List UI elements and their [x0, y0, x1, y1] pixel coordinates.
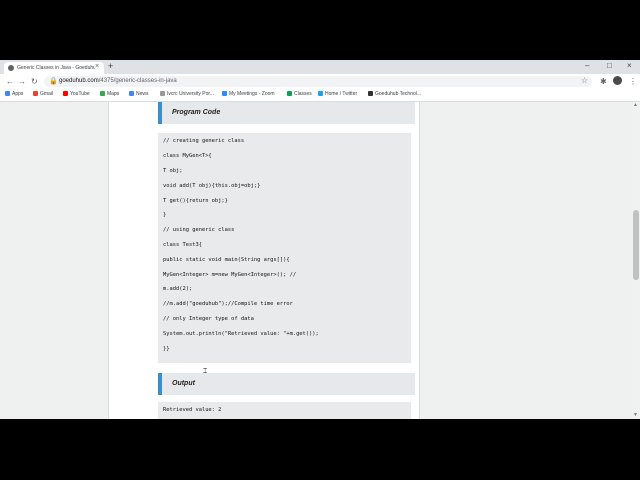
url-path: /4375/generic-classes-in-java [98, 78, 177, 84]
bookmarks-bar: Apps Gmail YouTube Maps News Ivcrc Unive… [0, 89, 640, 102]
close-tab-icon[interactable]: × [95, 63, 99, 70]
bookmark-classes[interactable]: Classes [287, 91, 312, 97]
extensions-icon[interactable]: ✱ [600, 77, 607, 86]
zoom-icon [222, 91, 227, 96]
bookmark-news[interactable]: News [129, 91, 149, 97]
close-window-button[interactable]: × [627, 61, 632, 70]
site-favicon-icon [8, 65, 14, 71]
menu-icon[interactable]: ⋮ [629, 77, 637, 86]
lock-icon: 🔒 [49, 78, 58, 85]
bookmark-zoom[interactable]: My Meetings - Zoom [222, 91, 275, 97]
code-line: MyGen<Integer> m=new MyGen<Integer>(); /… [163, 272, 297, 278]
forward-icon[interactable]: → [18, 77, 26, 86]
code-line: public static void main(String args[]){ [163, 257, 290, 263]
tab-title: Generic Classes in Java - Goeduhub [17, 65, 95, 71]
section-title: Program Code [172, 109, 221, 116]
bookmark-university[interactable]: Ivcrc University Por... [160, 91, 214, 97]
tab-strip: Generic Classes in Java - Goeduhub × + –… [0, 60, 640, 74]
university-icon [160, 91, 165, 96]
bookmark-label: Gmail [40, 91, 54, 97]
youtube-icon [63, 91, 68, 96]
bookmark-label: My Meetings - Zoom [229, 91, 275, 97]
code-line: // only Integer type of data [163, 316, 254, 322]
bookmark-goeduhub[interactable]: Goeduhub Technol... [368, 91, 421, 97]
twitter-icon [318, 91, 323, 96]
scroll-up-icon[interactable]: ▲ [633, 102, 638, 108]
minimize-button[interactable]: – [585, 61, 589, 70]
url-text: goeduhub.com/4375/generic-classes-in-jav… [59, 78, 177, 84]
code-line: // using generic class [163, 227, 235, 233]
bookmark-label: News [136, 91, 149, 97]
code-line: void add(T obj){this.obj=obj;} [163, 183, 261, 189]
code-line: } [163, 212, 167, 218]
bookmark-label: YouTube [70, 91, 90, 97]
reload-icon[interactable]: ↻ [31, 77, 38, 86]
gmail-icon [33, 91, 38, 96]
bookmark-label: Maps [107, 91, 120, 97]
new-tab-button[interactable]: + [108, 61, 113, 71]
bookmark-youtube[interactable]: YouTube [63, 91, 90, 97]
output-block: Retrieved value: 2 [158, 402, 411, 419]
code-line: m.add(2); [163, 286, 193, 292]
classroom-icon [287, 91, 292, 96]
browser-window: Generic Classes in Java - Goeduhub × + –… [0, 60, 640, 419]
code-line: }} [163, 346, 170, 352]
url-host: goeduhub.com [59, 78, 99, 84]
code-block: // creating generic class class MyGen<T>… [158, 133, 411, 363]
maximize-button[interactable]: □ [607, 61, 612, 70]
goeduhub-icon [368, 91, 373, 96]
vertical-scrollbar[interactable]: ▲ ▼ [632, 102, 640, 419]
bookmark-star-icon[interactable]: ☆ [581, 76, 588, 85]
bookmark-label: Classes [294, 91, 312, 97]
program-code-heading: Program Code [158, 102, 415, 124]
address-bar[interactable]: 🔒 goeduhub.com/4375/generic-classes-in-j… [44, 76, 592, 87]
code-line: //m.add("goeduhub");//Compile time error [163, 301, 293, 307]
page-viewport: Program Code // creating generic class c… [0, 102, 640, 419]
code-line: T obj; [163, 168, 183, 174]
code-line: // creating generic class [163, 138, 245, 144]
mouse-cursor-icon: ⌶ [203, 368, 208, 375]
code-line: class Test3{ [163, 242, 202, 248]
bookmark-label: Apps [12, 91, 24, 97]
maps-icon [100, 91, 105, 96]
code-line: T get(){return obj;} [163, 198, 228, 204]
back-icon[interactable]: ← [6, 77, 14, 86]
output-text: Retrieved value: 2 [163, 407, 222, 413]
bookmark-label: Goeduhub Technol... [375, 91, 422, 97]
bookmark-apps[interactable]: Apps [5, 91, 23, 97]
section-title: Output [172, 380, 195, 387]
bookmark-maps[interactable]: Maps [100, 91, 119, 97]
apps-icon [5, 91, 10, 96]
bookmark-twitter[interactable]: Home / Twitter [318, 91, 357, 97]
profile-avatar[interactable] [613, 76, 622, 85]
tab-generic-classes[interactable]: Generic Classes in Java - Goeduhub × [4, 62, 104, 74]
code-line: class MyGen<T>{ [163, 153, 212, 159]
bookmark-gmail[interactable]: Gmail [33, 91, 53, 97]
scroll-thumb[interactable] [633, 210, 639, 280]
bookmark-label: Home / Twitter [325, 91, 358, 97]
output-heading: Output [158, 373, 415, 395]
code-line: System.out.println("Retrieved value: "+m… [163, 331, 319, 337]
bookmark-label: Ivcrc University Por... [167, 91, 214, 97]
news-icon [129, 91, 134, 96]
scroll-down-icon[interactable]: ▼ [633, 412, 638, 418]
toolbar: ← → ↻ 🔒 goeduhub.com/4375/generic-classe… [0, 74, 640, 89]
article-content: Program Code // creating generic class c… [108, 102, 420, 419]
